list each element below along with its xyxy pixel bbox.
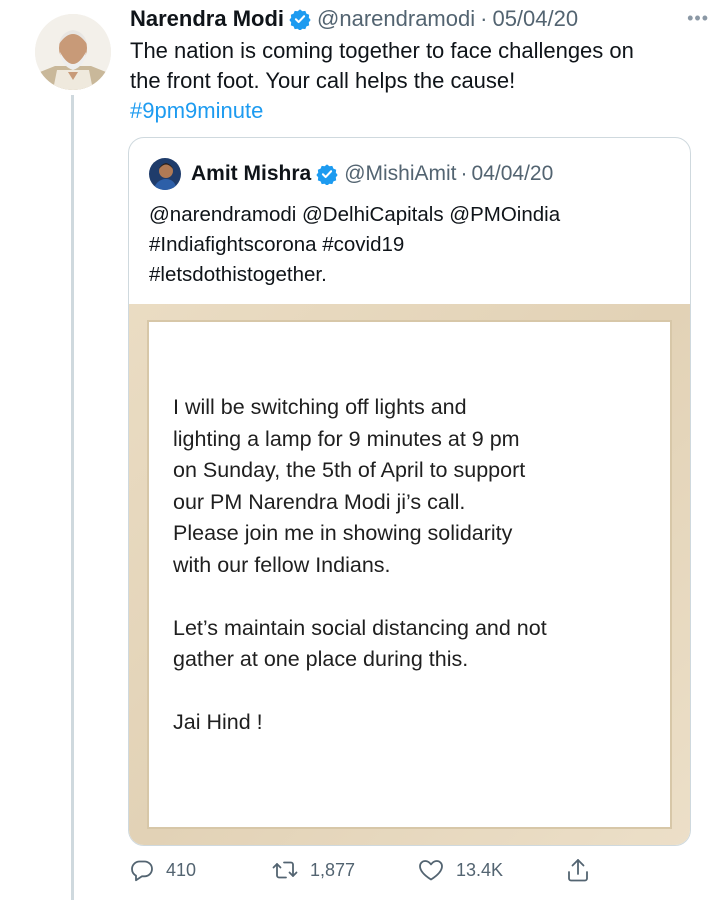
note-line: I will be switching off lights and bbox=[173, 395, 467, 419]
retweet-count: 1,877 bbox=[310, 859, 356, 880]
note-line: Let’s maintain social distancing and not bbox=[173, 615, 547, 640]
quoted-author-name[interactable]: Amit Mishra bbox=[191, 162, 311, 186]
quoted-tweet-date[interactable]: 04/04/20 bbox=[472, 162, 554, 186]
separator-dot: · bbox=[460, 162, 468, 185]
quoted-tweet-header: Amit Mishra @MishiAmit · 04/04/20 bbox=[149, 158, 553, 190]
note-card: I will be switching off lights and light… bbox=[147, 320, 672, 829]
note-line: on Sunday, the 5th of April to support bbox=[173, 458, 526, 482]
tweet-header: Narendra Modi @narendramodi · 05/04/20 bbox=[130, 4, 705, 34]
tweet-text: The nation is coming together to face ch… bbox=[130, 36, 700, 126]
author-handle[interactable]: @narendramodi bbox=[317, 6, 475, 32]
retweet-button[interactable]: 1,877 bbox=[272, 858, 355, 882]
share-button[interactable] bbox=[566, 857, 590, 883]
retweet-icon bbox=[272, 858, 298, 882]
hashtag-link[interactable]: #9pm9minute bbox=[130, 96, 700, 126]
quoted-text-line: #Indiafightscorona #covid19 bbox=[149, 233, 405, 256]
author-avatar[interactable] bbox=[35, 14, 111, 90]
quoted-tweet-text: @narendramodi @DelhiCapitals @PMOindia #… bbox=[149, 200, 669, 290]
tweet-actions: 410 1,877 13.4K bbox=[130, 855, 600, 885]
more-icon[interactable]: ••• bbox=[687, 8, 709, 29]
quoted-tweet-image[interactable]: I will be switching off lights and light… bbox=[129, 304, 690, 845]
author-name[interactable]: Narendra Modi bbox=[130, 6, 284, 32]
note-line: lighting a lamp for 9 minutes at 9 pm bbox=[173, 426, 520, 451]
quoted-text-line: #letsdothistogether. bbox=[149, 263, 327, 286]
reply-button[interactable]: 410 bbox=[130, 858, 196, 882]
note-line: Jai Hind ! bbox=[173, 710, 263, 734]
reply-icon bbox=[130, 858, 154, 882]
heart-icon bbox=[418, 858, 444, 882]
verified-badge-icon bbox=[289, 8, 311, 31]
thread-line bbox=[71, 95, 74, 900]
quoted-author-handle[interactable]: @MishiAmit bbox=[344, 162, 456, 186]
separator-dot: · bbox=[480, 6, 488, 31]
like-button[interactable]: 13.4K bbox=[418, 858, 503, 882]
tweet-date[interactable]: 05/04/20 bbox=[492, 6, 578, 32]
note-line: with our fellow Indians. bbox=[173, 552, 391, 577]
quoted-text-line: @narendramodi @DelhiCapitals @PMOindia bbox=[149, 203, 561, 226]
tweet-text-line: The nation is coming together to face ch… bbox=[130, 38, 634, 63]
verified-badge-icon bbox=[316, 163, 338, 186]
reply-count: 410 bbox=[166, 859, 197, 880]
share-icon bbox=[566, 857, 590, 883]
quoted-author-avatar[interactable] bbox=[149, 158, 181, 190]
like-count: 13.4K bbox=[456, 859, 504, 880]
quoted-tweet[interactable]: Amit Mishra @MishiAmit · 04/04/20 @naren… bbox=[128, 137, 691, 846]
note-text: I will be switching off lights and light… bbox=[173, 392, 653, 739]
note-line: our PM Narendra Modi ji’s call. bbox=[173, 489, 466, 514]
note-line: Please join me in showing solidarity bbox=[173, 521, 513, 545]
tweet-text-line: the front foot. Your call helps the caus… bbox=[130, 68, 516, 93]
note-line: gather at one place during this. bbox=[173, 647, 469, 671]
